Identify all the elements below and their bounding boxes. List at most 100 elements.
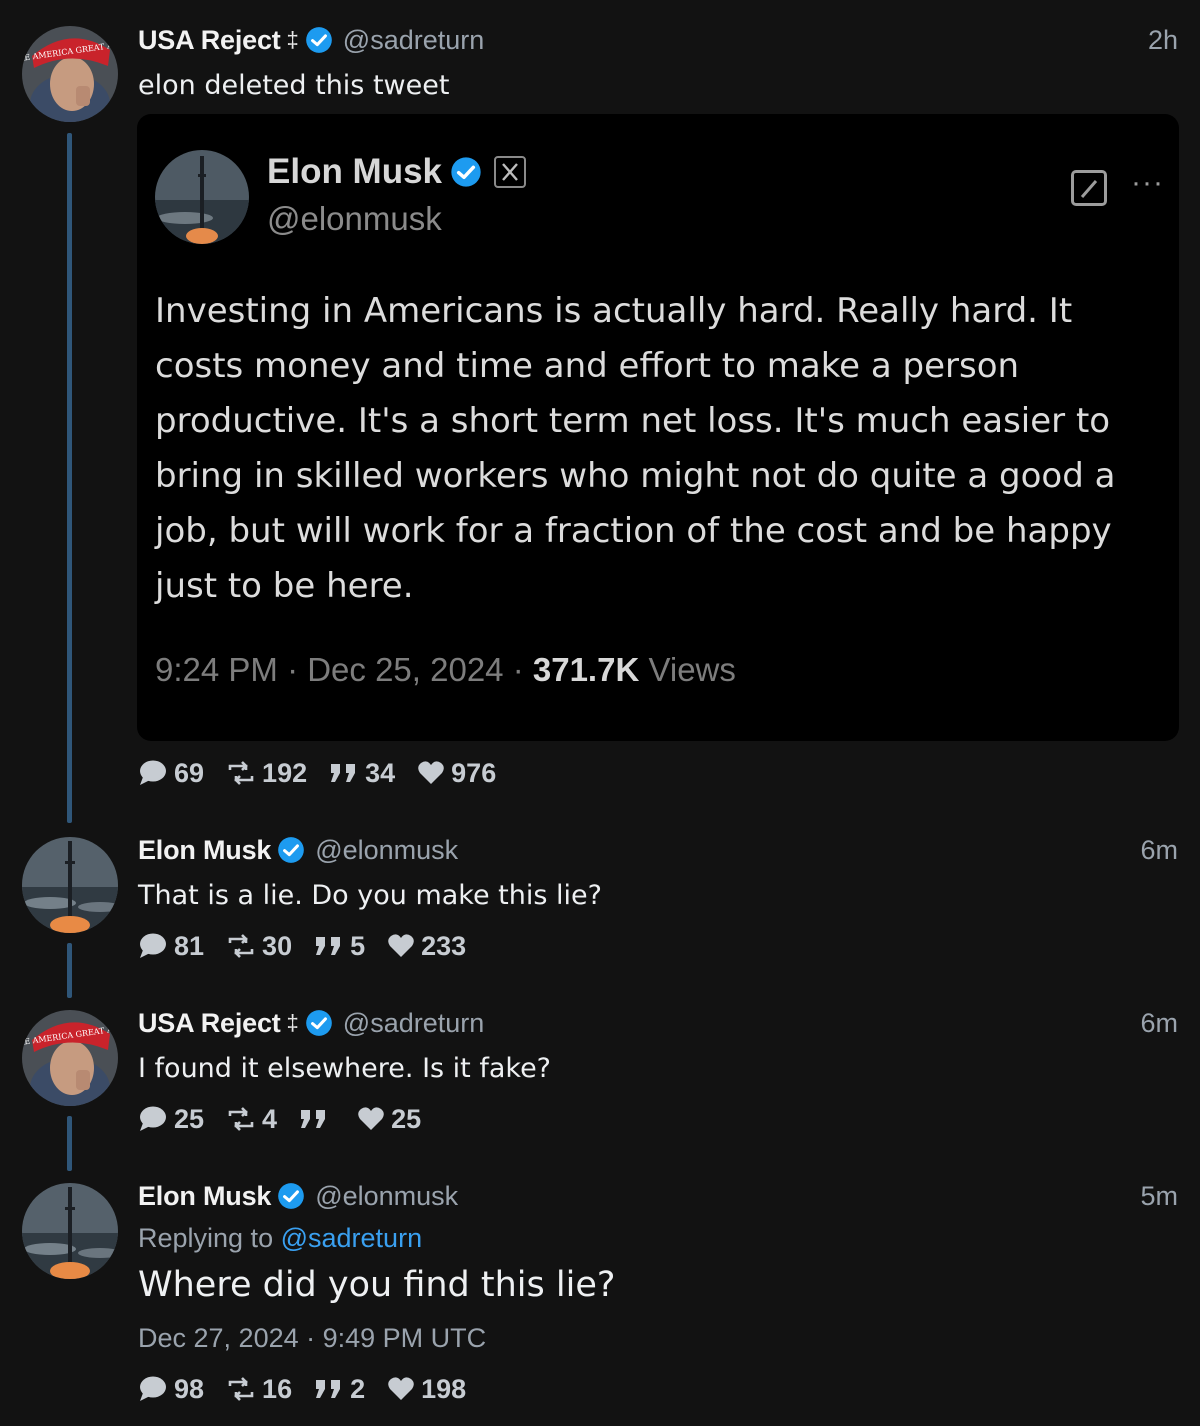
- handle[interactable]: @elonmusk: [315, 1181, 458, 1212]
- post[interactable]: Elon Musk @elonmusk 6m That is a lie. Do…: [0, 820, 1200, 995]
- like-button[interactable]: 25: [357, 1104, 421, 1135]
- post-stats: 25 4 25: [138, 1104, 443, 1134]
- post-stats: 69 192 34 976: [138, 758, 518, 788]
- post-text: Where did you find this lie?: [138, 1265, 616, 1305]
- quote-count: 34: [365, 757, 396, 788]
- quote-icon: [331, 764, 356, 782]
- post-text: elon deleted this tweet: [138, 70, 450, 101]
- post-time[interactable]: 2h: [1148, 25, 1178, 56]
- handle[interactable]: @sadreturn: [343, 25, 484, 56]
- repost-button[interactable]: 16: [226, 1374, 292, 1405]
- quoted-tweet-image[interactable]: Elon Musk @elonmusk ··· Investing in Ame…: [137, 114, 1179, 741]
- more-icon: ···: [1131, 166, 1164, 199]
- quoted-avatar: [155, 150, 249, 244]
- like-count: 25: [391, 1103, 422, 1134]
- like-button[interactable]: 233: [387, 931, 466, 962]
- reply-button[interactable]: 25: [138, 1104, 204, 1135]
- reply-icon: [140, 760, 166, 785]
- post-header: USA Reject ‡ @sadreturn 2h: [138, 23, 1178, 57]
- reply-icon: [140, 1106, 166, 1131]
- repost-count: 192: [262, 757, 308, 788]
- reply-button[interactable]: 69: [138, 758, 204, 789]
- repost-count: 30: [262, 930, 293, 961]
- post-stats: 98 16 2 198: [138, 1374, 488, 1404]
- replying-to: Replying to @sadreturn: [138, 1223, 422, 1254]
- quoted-name: Elon Musk: [267, 152, 527, 192]
- quote-icon: [316, 937, 341, 955]
- quote-button[interactable]: [299, 1108, 335, 1130]
- repost-button[interactable]: 30: [226, 931, 292, 962]
- post-text: I found it elsewhere. Is it fake?: [138, 1053, 552, 1084]
- verified-icon: [278, 837, 305, 863]
- post[interactable]: MAKE AMERICA GREAT AGAIN USA Reject ‡ @s…: [0, 995, 1200, 1165]
- post-time[interactable]: 6m: [1140, 1008, 1178, 1039]
- quote-icon: [316, 1380, 341, 1398]
- post-time[interactable]: 5m: [1140, 1181, 1178, 1212]
- affiliation-badge: ‡: [286, 27, 299, 52]
- post-time[interactable]: 6m: [1140, 835, 1178, 866]
- like-button[interactable]: 976: [417, 758, 496, 789]
- quoted-views-count: 371.7K: [532, 651, 640, 688]
- repost-icon: [228, 761, 254, 785]
- repost-icon: [228, 934, 254, 958]
- avatar[interactable]: [22, 837, 118, 933]
- display-name[interactable]: USA Reject: [138, 25, 281, 56]
- post[interactable]: MAKE AMERICA GREAT AGAIN USA Reject ‡ @s…: [0, 0, 1200, 820]
- x-logo-icon: [494, 156, 527, 188]
- reply-button[interactable]: 81: [138, 931, 204, 962]
- handle[interactable]: @elonmusk: [315, 835, 458, 866]
- quoted-display-name: Elon Musk: [267, 152, 443, 191]
- repost-icon: [228, 1107, 254, 1131]
- like-count: 233: [421, 930, 467, 961]
- quote-icon: [301, 1110, 326, 1128]
- verified-icon: [278, 1183, 305, 1209]
- like-count: 976: [451, 757, 497, 788]
- avatar[interactable]: [22, 1183, 118, 1279]
- quoted-handle: @elonmusk: [267, 200, 442, 237]
- heart-icon: [358, 1107, 384, 1130]
- post-timestamp[interactable]: Dec 27, 2024 · 9:49 PM UTC: [138, 1323, 486, 1354]
- post[interactable]: Elon Musk @elonmusk 5m Replying to @sadr…: [0, 1165, 1200, 1426]
- like-button[interactable]: 198: [387, 1374, 466, 1405]
- repost-count: 16: [262, 1373, 293, 1404]
- heart-icon: [418, 761, 444, 784]
- verified-icon: [305, 27, 332, 53]
- quoted-meta: 9:24 PM · Dec 25, 2024 · 371.7K Views: [155, 651, 736, 689]
- post-stats: 81 30 5 233: [138, 931, 488, 961]
- avatar[interactable]: MAKE AMERICA GREAT AGAIN: [22, 26, 118, 122]
- verified-icon: [451, 157, 481, 187]
- quoted-date: 9:24 PM · Dec 25, 2024 ·: [155, 651, 533, 688]
- reply-count: 81: [174, 930, 205, 961]
- quote-button[interactable]: 2: [314, 1374, 365, 1405]
- repost-count: 4: [262, 1103, 278, 1134]
- reply-count: 25: [174, 1103, 205, 1134]
- reply-icon: [140, 1376, 166, 1401]
- repost-button[interactable]: 4: [226, 1104, 277, 1135]
- quote-count: 5: [350, 930, 366, 961]
- affiliation-badge: ‡: [286, 1010, 299, 1035]
- reply-icon: [140, 933, 166, 958]
- quote-count: 2: [350, 1373, 366, 1404]
- heart-icon: [388, 934, 414, 957]
- reply-count: 69: [174, 757, 205, 788]
- repost-button[interactable]: 192: [226, 758, 307, 789]
- quote-button[interactable]: 34: [329, 758, 395, 789]
- display-name[interactable]: Elon Musk: [138, 835, 271, 866]
- reply-count: 98: [174, 1373, 205, 1404]
- replying-to-link[interactable]: @sadreturn: [281, 1223, 422, 1253]
- quote-button[interactable]: 5: [314, 931, 365, 962]
- display-name[interactable]: Elon Musk: [138, 1181, 271, 1212]
- quoted-text: Investing in Americans is actually hard.…: [155, 291, 1116, 606]
- post-text: That is a lie. Do you make this lie?: [138, 880, 602, 911]
- handle[interactable]: @sadreturn: [343, 1008, 484, 1039]
- display-name[interactable]: USA Reject: [138, 1008, 281, 1039]
- heart-icon: [388, 1377, 414, 1400]
- post-header: USA Reject ‡ @sadreturn 6m: [138, 1006, 1178, 1040]
- replying-label: Replying to: [138, 1223, 274, 1253]
- edit-icon: [1071, 170, 1107, 206]
- verified-icon: [305, 1010, 332, 1036]
- reply-button[interactable]: 98: [138, 1374, 204, 1405]
- quoted-views-label: Views: [639, 651, 736, 688]
- post-header: Elon Musk @elonmusk 5m: [138, 1179, 1178, 1213]
- avatar[interactable]: MAKE AMERICA GREAT AGAIN: [22, 1010, 118, 1106]
